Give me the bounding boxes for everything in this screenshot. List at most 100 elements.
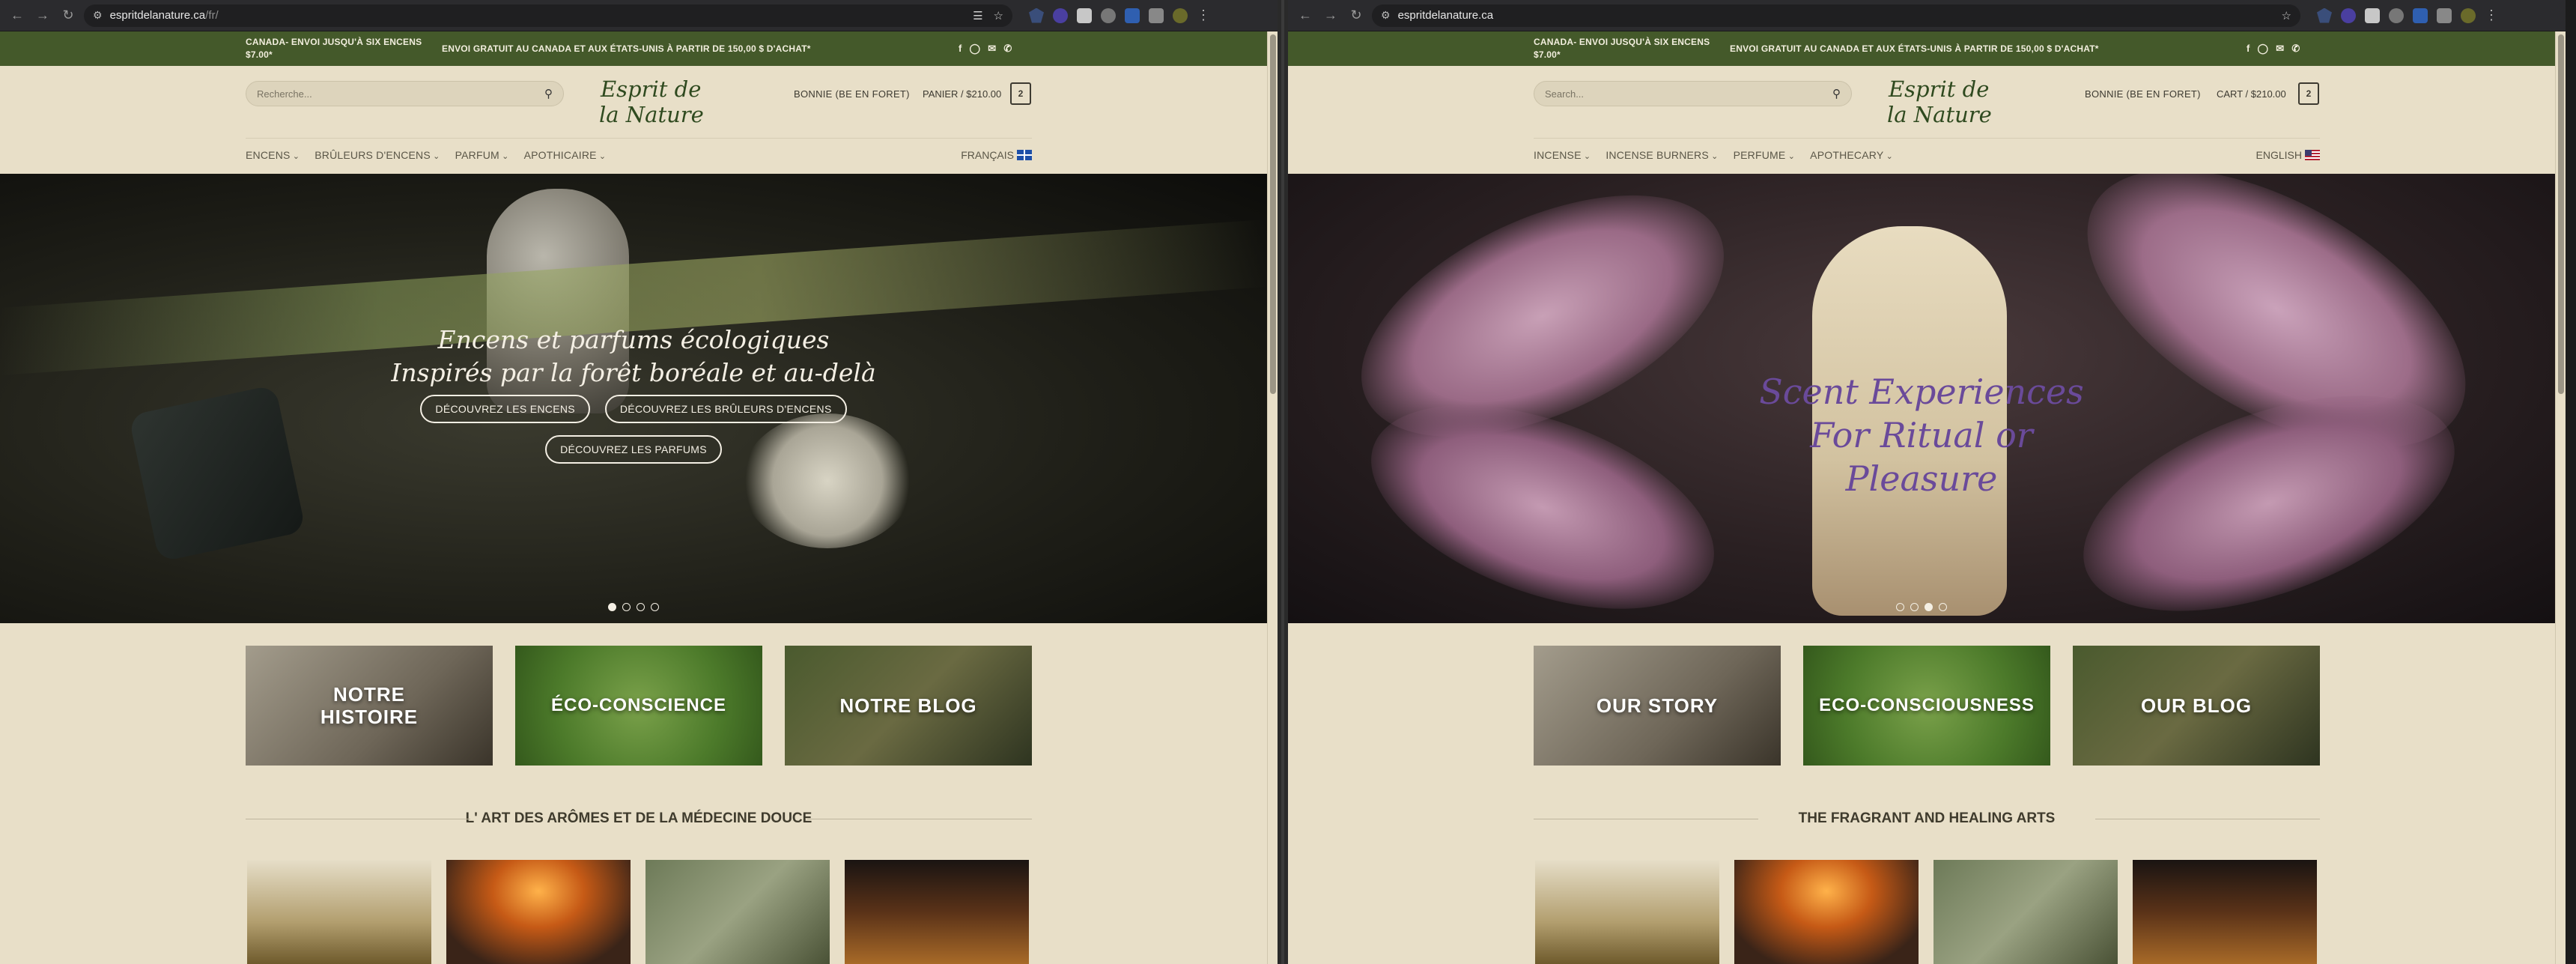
cart-link[interactable]: CART / $210.00 — [2217, 88, 2286, 100]
card-our-story[interactable]: OUR STORY — [1534, 646, 1781, 766]
search-input[interactable]: Recherche... ⚲ — [246, 81, 564, 106]
browser-menu-icon[interactable]: ⋮ — [1197, 7, 1210, 23]
extensions-bar: ⋮ — [2317, 7, 2498, 23]
discover-burners-button[interactable]: DÉCOUVREZ LES BRÛLEURS D'ENCENS — [604, 395, 847, 423]
slider-dot-1[interactable] — [1896, 603, 1904, 611]
nav-item-incense-burners[interactable]: INCENSE BURNERS — [1606, 149, 1718, 161]
extension-icon[interactable] — [2413, 7, 2428, 23]
site-logo[interactable]: Esprit de la Nature — [1887, 76, 1992, 127]
site-info-icon[interactable]: ⚙ — [93, 9, 103, 22]
card-eco-consciousness[interactable]: ECO-CONSCIOUSNESS — [1803, 646, 2050, 766]
extensions-puzzle-icon[interactable] — [2437, 7, 2452, 23]
extensions-puzzle-icon[interactable] — [1149, 7, 1164, 23]
card-blog[interactable]: OUR BLOG — [2073, 646, 2320, 766]
product-image[interactable] — [1535, 860, 1719, 964]
browser-window-left: ← → ↻ ⚙ espritdelanature.ca/fr/ ☰ ☆ ⋮ CA… — [0, 0, 1278, 964]
nav-item-incense[interactable]: INCENSE — [1534, 149, 1591, 161]
discover-incense-button[interactable]: DÉCOUVREZ LES ENCENS — [420, 395, 590, 423]
slider-dot-4[interactable] — [1939, 603, 1947, 611]
site-info-icon[interactable]: ⚙ — [1381, 9, 1391, 22]
slider-dot-1[interactable] — [608, 603, 616, 611]
extension-icon[interactable] — [1029, 7, 1044, 23]
account-link[interactable]: BONNIE (BE EN FORET) — [2085, 88, 2201, 100]
language-switcher[interactable]: ENGLISH — [2256, 149, 2320, 161]
email-icon[interactable]: ✉ — [988, 43, 996, 55]
facebook-icon[interactable]: f — [959, 43, 962, 55]
cart-count-badge[interactable]: 2 — [1010, 82, 1031, 105]
card-blog[interactable]: NOTRE BLOG — [785, 646, 1032, 766]
instagram-icon[interactable]: ◯ — [2258, 43, 2269, 55]
language-switcher[interactable]: FRANÇAIS — [961, 149, 1032, 161]
phone-icon[interactable]: ✆ — [1003, 43, 1012, 55]
nav-item-bruleurs[interactable]: BRÛLEURS D'ENCENS — [315, 149, 440, 161]
card-our-story[interactable]: NOTRE HISTOIRE — [246, 646, 493, 766]
nav-item-apothicaire[interactable]: APOTHICAIRE — [524, 149, 607, 161]
reload-icon[interactable]: ↻ — [1346, 6, 1366, 25]
cart-link[interactable]: PANIER / $210.00 — [923, 88, 1001, 100]
product-image[interactable] — [845, 860, 1029, 964]
extension-icon[interactable] — [1101, 7, 1116, 23]
search-input[interactable]: Search... ⚲ — [1534, 81, 1852, 106]
bookmark-star-icon[interactable]: ☆ — [2282, 9, 2291, 22]
extension-icon[interactable] — [2365, 7, 2380, 23]
facebook-icon[interactable]: f — [2247, 43, 2250, 55]
instagram-icon[interactable]: ◯ — [970, 43, 981, 55]
product-image[interactable] — [247, 860, 431, 964]
back-icon[interactable]: ← — [1295, 6, 1315, 25]
product-image[interactable] — [1933, 860, 2118, 964]
back-icon[interactable]: ← — [7, 6, 27, 25]
forward-icon[interactable]: → — [1321, 6, 1340, 25]
logo-line1: Esprit de — [601, 76, 702, 102]
extension-icon[interactable] — [1125, 7, 1140, 23]
browser-menu-icon[interactable]: ⋮ — [2485, 7, 2498, 23]
extension-icon[interactable] — [2389, 7, 2404, 23]
canada-shipping-note: CANADA- ENVOI JUSQU'À SIX ENCENS $7.00* — [246, 36, 442, 61]
url-path: /fr/ — [205, 9, 219, 22]
divider-grip[interactable] — [1281, 0, 1284, 964]
address-bar[interactable]: ⚙ espritdelanature.ca ☆ — [1372, 4, 2300, 27]
nav-item-perfume[interactable]: PERFUME — [1734, 149, 1796, 161]
site-logo[interactable]: Esprit de la Nature — [599, 76, 704, 127]
hero-slider[interactable]: Scent Experiences For Ritual or Pleasure — [1288, 174, 2555, 623]
scrollbar-thumb[interactable] — [1270, 34, 1276, 394]
announcement-bar: CANADA- ENVOI JUSQU'À SIX ENCENS $7.00* … — [0, 31, 1278, 66]
phone-icon[interactable]: ✆ — [2291, 43, 2300, 55]
product-image[interactable] — [1734, 860, 1919, 964]
address-bar[interactable]: ⚙ espritdelanature.ca/fr/ ☰ ☆ — [84, 4, 1012, 27]
page-scrollbar[interactable] — [2555, 31, 2566, 964]
card-label: ECO-CONSCIOUSNESS — [1819, 695, 2035, 715]
email-icon[interactable]: ✉ — [2276, 43, 2284, 55]
split-view-divider[interactable] — [1278, 0, 1288, 964]
slider-dot-2[interactable] — [1910, 603, 1919, 611]
bookmark-star-icon[interactable]: ☆ — [994, 9, 1003, 22]
nav-item-parfum[interactable]: PARFUM — [455, 149, 509, 161]
slider-dot-2[interactable] — [622, 603, 631, 611]
translate-icon[interactable]: ☰ — [973, 9, 982, 22]
extensions-bar: ⋮ — [1029, 7, 1210, 23]
profile-avatar[interactable] — [1173, 7, 1188, 23]
nav-item-encens[interactable]: ENCENS — [246, 149, 300, 161]
extension-icon[interactable] — [2341, 7, 2356, 23]
extension-icon[interactable] — [1053, 7, 1068, 23]
product-image[interactable] — [2133, 860, 2317, 964]
search-icon[interactable]: ⚲ — [544, 87, 553, 100]
forward-icon[interactable]: → — [33, 6, 52, 25]
scrollbar-thumb[interactable] — [2558, 34, 2564, 394]
slider-dot-3[interactable] — [1925, 603, 1933, 611]
card-eco-conscience[interactable]: ÉCO-CONSCIENCE — [515, 646, 762, 766]
page-scrollbar[interactable] — [1267, 31, 1278, 964]
slider-dot-3[interactable] — [637, 603, 645, 611]
slider-dot-4[interactable] — [651, 603, 659, 611]
extension-icon[interactable] — [2317, 7, 2332, 23]
product-image[interactable] — [645, 860, 830, 964]
product-image[interactable] — [446, 860, 631, 964]
nav-item-apothecary[interactable]: APOTHECARY — [1810, 149, 1893, 161]
profile-avatar[interactable] — [2461, 7, 2476, 23]
reload-icon[interactable]: ↻ — [58, 6, 78, 25]
account-link[interactable]: BONNIE (BE EN FORET) — [794, 88, 910, 100]
extension-icon[interactable] — [1077, 7, 1092, 23]
discover-perfumes-button[interactable]: DÉCOUVREZ LES PARFUMS — [545, 435, 722, 464]
hero-slider[interactable]: Encens et parfums écologiques Inspirés p… — [0, 174, 1267, 623]
search-icon[interactable]: ⚲ — [1832, 87, 1841, 100]
cart-count-badge[interactable]: 2 — [2298, 82, 2319, 105]
